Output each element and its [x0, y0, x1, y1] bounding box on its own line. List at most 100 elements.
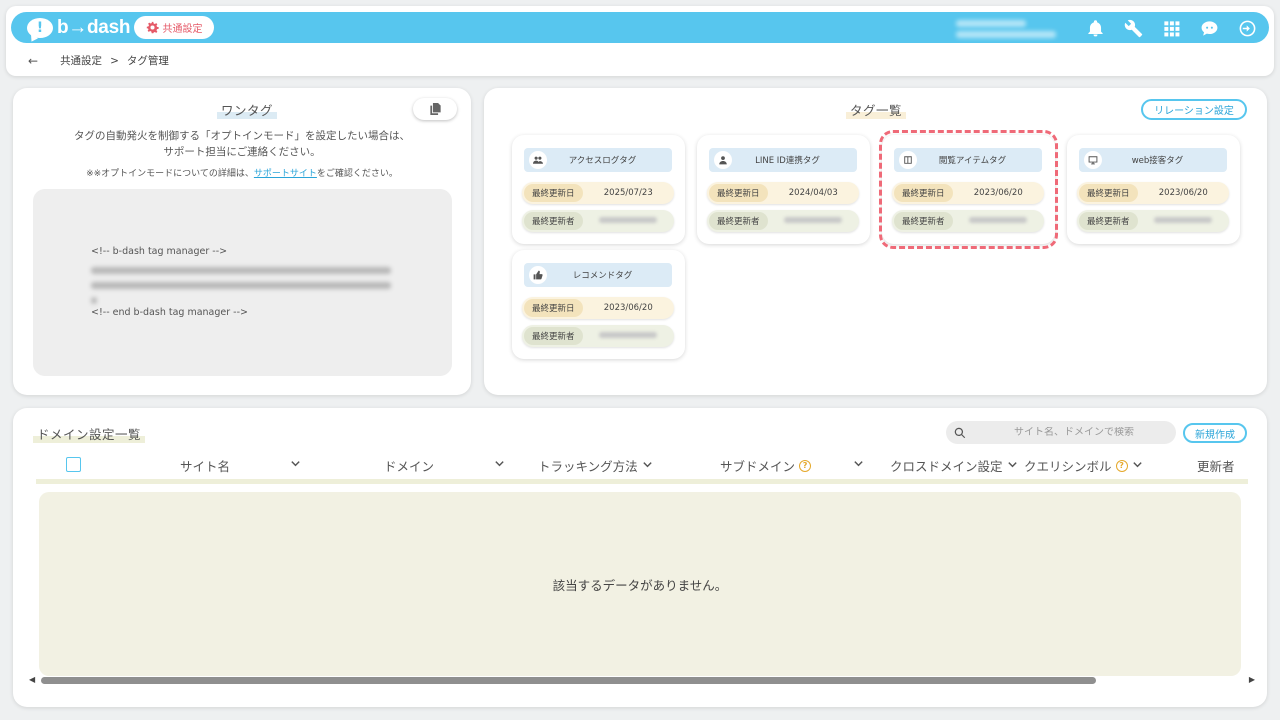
chevron-down-icon[interactable]	[642, 459, 653, 473]
tag-header: レコメンドタグ	[524, 263, 672, 287]
bell-icon[interactable]	[1083, 16, 1107, 40]
tag-user-row: 最終更新者	[1077, 210, 1229, 232]
code-blurred-line	[91, 297, 97, 304]
highlight-annotation	[879, 130, 1058, 249]
code-start-comment: <!-- b-dash tag manager -->	[91, 246, 228, 257]
tag-header: web接客タグ	[1079, 148, 1227, 172]
tag-user-row: 最終更新者	[522, 210, 674, 232]
chevron-down-icon[interactable]	[1007, 459, 1018, 473]
help-icon[interactable]: ?	[1115, 459, 1128, 472]
logout-icon[interactable]	[1235, 16, 1259, 40]
tag-date-row: 最終更新日 2025/07/23	[522, 182, 674, 204]
thumbs-up-icon	[529, 266, 547, 284]
date-label: 最終更新日	[524, 184, 583, 202]
domain-settings-title: ドメイン設定一覧	[33, 424, 146, 443]
tag-tile-access-log[interactable]: アクセスログタグ 最終更新日 2025/07/23 最終更新者	[512, 135, 685, 244]
col-updater[interactable]: 更新者	[1197, 456, 1235, 475]
tag-date-row: 最終更新日 2023/06/20	[522, 297, 674, 319]
onetag-card: ワンタグ タグの自動発火を制御する「オプトインモード」を設定したい場合は、 サポ…	[13, 88, 471, 395]
user-label: 最終更新者	[524, 212, 583, 230]
chevron-down-icon[interactable]	[494, 458, 505, 469]
scrollbar-thumb[interactable]	[41, 677, 1096, 684]
date-label: 最終更新日	[1079, 184, 1138, 202]
user-label: 最終更新者	[524, 327, 583, 345]
new-create-button[interactable]: 新規作成	[1183, 423, 1247, 443]
copy-button[interactable]	[413, 98, 457, 120]
col-updater-label: 更新者	[1197, 459, 1235, 474]
tag-header: アクセスログタグ	[524, 148, 672, 172]
user-label: 最終更新者	[1079, 212, 1138, 230]
tag-name: レコメンドタグ	[572, 271, 633, 281]
date-label: 最終更新日	[524, 299, 583, 317]
common-settings-badge[interactable]: 共通設定	[134, 16, 214, 39]
col-domain[interactable]: ドメイン	[384, 456, 434, 475]
app-header: ! b→dash 共通設定 ← 共通設定 > タグ管理	[6, 6, 1274, 76]
chevron-down-icon[interactable]	[1132, 459, 1143, 473]
logo-bubble-icon: !	[27, 18, 53, 38]
col-subdomain[interactable]: サブドメイン ?	[720, 456, 812, 475]
col-site-label: サイト名	[180, 459, 231, 474]
col-subdomain-label: サブドメイン	[720, 459, 796, 474]
col-querysymbol[interactable]: クエリシンボル ?	[1024, 456, 1143, 475]
date-label: 最終更新日	[709, 184, 768, 202]
code-end-comment: <!-- end b-dash tag manager -->	[91, 307, 248, 318]
header-divider	[36, 479, 1248, 484]
col-tracking-label: トラッキング方法	[538, 459, 638, 474]
bdash-logo[interactable]: ! b→dash	[27, 16, 130, 40]
person-icon	[714, 151, 732, 169]
tag-code-box[interactable]: <!-- b-dash tag manager --> <!-- end b-d…	[33, 189, 452, 376]
breadcrumb-separator: >	[110, 54, 119, 67]
tag-date-row: 最終更新日 2023/06/20	[1077, 182, 1229, 204]
tag-name: web接客タグ	[1131, 156, 1184, 166]
col-domain-label: ドメイン	[384, 459, 435, 474]
horizontal-scrollbar[interactable]: ◀ ▶	[29, 675, 1255, 685]
search-input[interactable]	[972, 427, 1176, 438]
tag-date-value: 2023/06/20	[603, 303, 653, 313]
col-tracking[interactable]: トラッキング方法	[538, 456, 653, 475]
back-arrow-icon[interactable]: ←	[28, 54, 38, 68]
col-site-name[interactable]: サイト名	[180, 456, 230, 475]
top-bar: ! b→dash 共通設定	[11, 12, 1269, 43]
scroll-right-icon[interactable]: ▶	[1249, 675, 1255, 684]
search-icon	[954, 427, 966, 438]
col-querysymbol-label: クエリシンボル	[1024, 459, 1112, 474]
col-crossdomain-label: クロスドメイン設定	[890, 459, 1003, 474]
onetag-description: タグの自動発火を制御する「オプトインモード」を設定したい場合は、 サポート担当に…	[13, 128, 471, 160]
taglist-title: タグ一覧	[846, 100, 907, 119]
monitor-icon	[1084, 151, 1102, 169]
onetag-note: ※※オプトインモードについての詳細は、サポートサイトをご確認ください。	[13, 166, 471, 179]
tag-tile-recommend[interactable]: レコメンドタグ 最終更新日 2023/06/20 最終更新者	[512, 250, 685, 359]
chevron-down-icon[interactable]	[853, 458, 864, 469]
user-info-blurred[interactable]	[956, 16, 1061, 40]
tag-tile-web-service[interactable]: web接客タグ 最終更新日 2023/06/20 最終更新者	[1067, 135, 1240, 244]
scroll-left-icon[interactable]: ◀	[29, 675, 35, 684]
tag-date-row: 最終更新日 2024/04/03	[707, 182, 859, 204]
col-crossdomain[interactable]: クロスドメイン設定	[890, 456, 1018, 475]
updater-name-blurred	[1154, 217, 1213, 223]
breadcrumb-parent[interactable]: 共通設定	[60, 53, 102, 68]
grid-icon[interactable]	[1159, 16, 1183, 40]
common-settings-label: 共通設定	[162, 24, 203, 35]
code-blurred-line	[91, 267, 391, 274]
support-site-link[interactable]: サポートサイト	[254, 169, 317, 179]
settings-icon	[146, 21, 159, 34]
domain-search[interactable]	[946, 421, 1176, 444]
help-icon[interactable]: ?	[799, 459, 812, 472]
tag-header: LINE ID連携タグ	[709, 148, 857, 172]
relation-settings-button[interactable]: リレーション設定	[1141, 99, 1247, 120]
tag-date-value: 2024/04/03	[788, 188, 838, 198]
note-prefix: ※※オプトインモードについての詳細は、	[86, 169, 254, 179]
wrench-icon[interactable]	[1121, 16, 1145, 40]
tag-date-value: 2025/07/23	[603, 188, 653, 198]
onetag-title: ワンタグ	[217, 100, 278, 119]
logo-text: b→dash	[57, 17, 131, 38]
chevron-down-icon[interactable]	[290, 458, 301, 469]
chat-icon[interactable]	[1197, 16, 1221, 40]
empty-state: 該当するデータがありません。	[39, 492, 1241, 676]
tag-tile-line-id[interactable]: LINE ID連携タグ 最終更新日 2024/04/03 最終更新者	[697, 135, 870, 244]
copy-icon	[429, 103, 441, 115]
note-suffix: をご確認ください。	[316, 169, 398, 179]
code-blurred-line	[91, 282, 391, 289]
updater-name-blurred	[599, 332, 658, 338]
tag-name: アクセスログタグ	[568, 156, 637, 166]
